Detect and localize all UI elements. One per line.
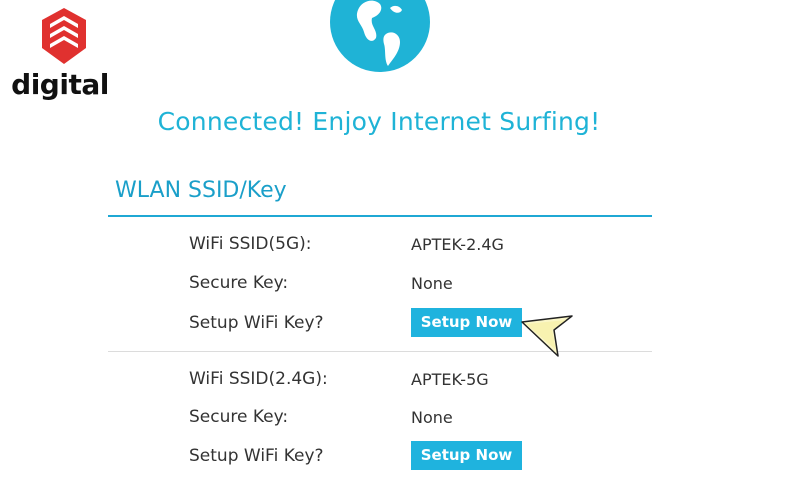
section-title: WLAN SSID/Key bbox=[115, 178, 287, 203]
logo-text: digital bbox=[11, 68, 109, 101]
setup-wifi-key-label: Setup WiFi Key? bbox=[189, 446, 324, 466]
setup-wifi-key-label: Setup WiFi Key? bbox=[189, 313, 324, 333]
ssid-label: WiFi SSID(2.4G): bbox=[189, 369, 328, 389]
connection-status-message: Connected! Enjoy Internet Surfing! bbox=[157, 107, 601, 136]
secure-key-label: Secure Key: bbox=[189, 407, 289, 427]
globe-icon bbox=[330, 0, 430, 72]
digital-logo-icon bbox=[42, 8, 86, 64]
ssid-value: APTEK-2.4G bbox=[411, 235, 504, 254]
setup-now-button[interactable]: Setup Now bbox=[411, 441, 522, 470]
ssid-value: APTEK-5G bbox=[411, 370, 489, 389]
section-divider bbox=[108, 215, 652, 217]
ssid-label: WiFi SSID(5G): bbox=[189, 234, 312, 254]
secure-key-label: Secure Key: bbox=[189, 273, 289, 293]
secure-key-value: None bbox=[411, 408, 453, 427]
secure-key-value: None bbox=[411, 274, 453, 293]
pointer-cursor-icon bbox=[521, 315, 573, 357]
brand-logo: digital bbox=[10, 6, 110, 102]
setup-now-button[interactable]: Setup Now bbox=[411, 308, 522, 337]
